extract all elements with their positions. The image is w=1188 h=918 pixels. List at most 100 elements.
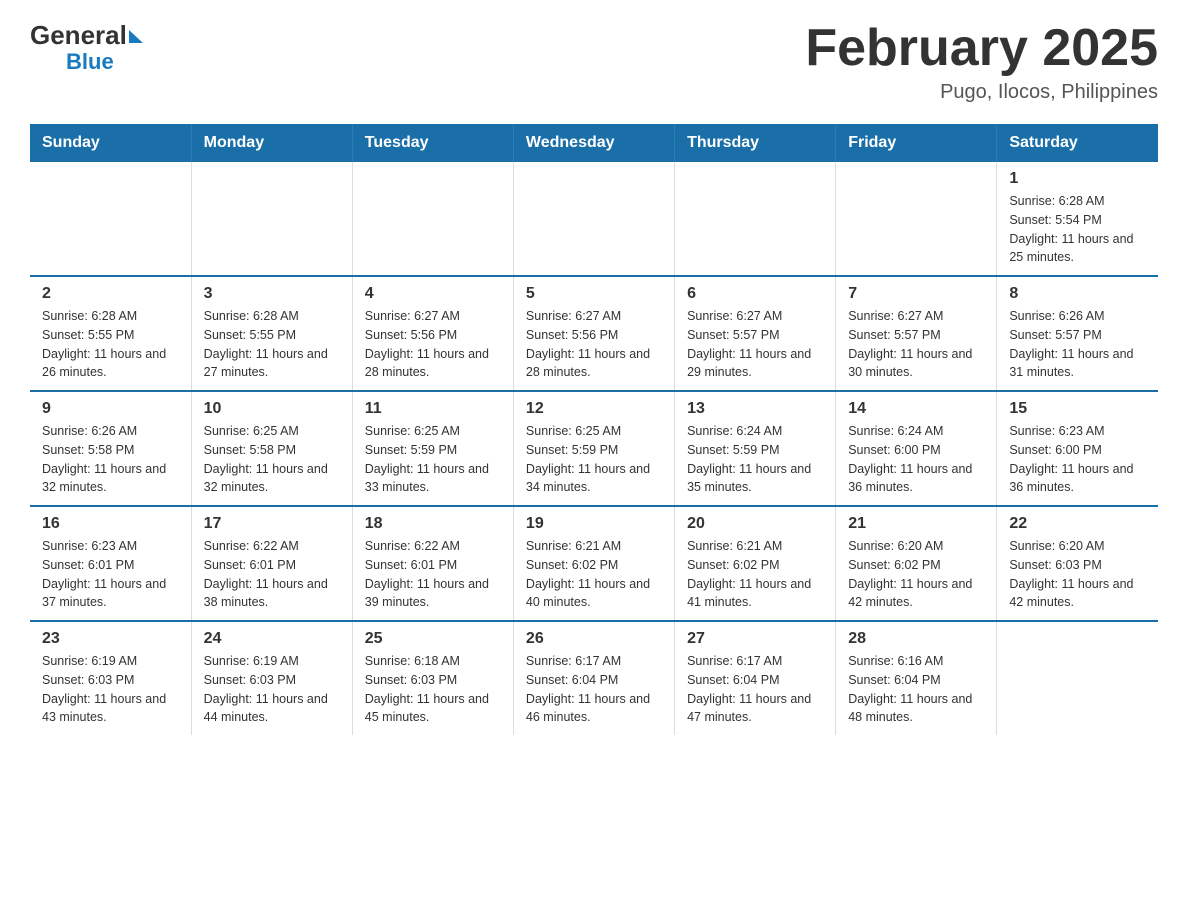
day-number: 21 xyxy=(848,515,984,533)
calendar-cell: 10 Sunrise: 6:25 AM Sunset: 5:58 PM Dayli… xyxy=(191,391,352,506)
calendar-cell: 5 Sunrise: 6:27 AM Sunset: 5:56 PM Daylig… xyxy=(513,276,674,391)
day-number: 26 xyxy=(526,630,662,648)
calendar-cell: 12 Sunrise: 6:25 AM Sunset: 5:59 PM Dayli… xyxy=(513,391,674,506)
calendar-table: Sunday Monday Tuesday Wednesday Thursday… xyxy=(30,124,1158,735)
day-info: Sunrise: 6:27 AM Sunset: 5:56 PM Dayligh… xyxy=(526,307,662,382)
day-number: 23 xyxy=(42,630,179,648)
calendar-cell xyxy=(836,162,997,276)
day-info: Sunrise: 6:21 AM Sunset: 6:02 PM Dayligh… xyxy=(687,537,823,612)
day-info: Sunrise: 6:20 AM Sunset: 6:02 PM Dayligh… xyxy=(848,537,984,612)
day-number: 20 xyxy=(687,515,823,533)
logo-general-text: General xyxy=(30,20,127,51)
day-info: Sunrise: 6:28 AM Sunset: 5:55 PM Dayligh… xyxy=(204,307,340,382)
calendar-cell: 3 Sunrise: 6:28 AM Sunset: 5:55 PM Daylig… xyxy=(191,276,352,391)
calendar-cell: 8 Sunrise: 6:26 AM Sunset: 5:57 PM Daylig… xyxy=(997,276,1158,391)
col-monday: Monday xyxy=(191,124,352,162)
calendar-cell: 28 Sunrise: 6:16 AM Sunset: 6:04 PM Dayli… xyxy=(836,621,997,735)
day-number: 13 xyxy=(687,400,823,418)
calendar-cell: 22 Sunrise: 6:20 AM Sunset: 6:03 PM Dayli… xyxy=(997,506,1158,621)
day-number: 5 xyxy=(526,285,662,303)
day-number: 6 xyxy=(687,285,823,303)
day-number: 1 xyxy=(1009,170,1146,188)
calendar-cell: 2 Sunrise: 6:28 AM Sunset: 5:55 PM Daylig… xyxy=(30,276,191,391)
calendar-cell: 13 Sunrise: 6:24 AM Sunset: 5:59 PM Dayli… xyxy=(675,391,836,506)
title-block: February 2025 Pugo, Ilocos, Philippines xyxy=(805,20,1158,104)
calendar-cell: 27 Sunrise: 6:17 AM Sunset: 6:04 PM Dayli… xyxy=(675,621,836,735)
day-number: 2 xyxy=(42,285,179,303)
calendar-week-row: 16Sunrise: 6:23 AM Sunset: 6:01 PM Dayli… xyxy=(30,506,1158,621)
day-info: Sunrise: 6:27 AM Sunset: 5:56 PM Dayligh… xyxy=(365,307,501,382)
col-sunday: Sunday xyxy=(30,124,191,162)
col-tuesday: Tuesday xyxy=(352,124,513,162)
calendar-cell: 9Sunrise: 6:26 AM Sunset: 5:58 PM Daylig… xyxy=(30,391,191,506)
calendar-cell xyxy=(675,162,836,276)
day-info: Sunrise: 6:28 AM Sunset: 5:54 PM Dayligh… xyxy=(1009,192,1146,267)
day-number: 17 xyxy=(204,515,340,533)
calendar-cell: 23 Sunrise: 6:19 AM Sunset: 6:03 PM Dayli… xyxy=(30,621,191,735)
day-info: Sunrise: 6:27 AM Sunset: 5:57 PM Dayligh… xyxy=(687,307,823,382)
day-info: Sunrise: 6:17 AM Sunset: 6:04 PM Dayligh… xyxy=(526,652,662,727)
calendar-cell: 19 Sunrise: 6:21 AM Sunset: 6:02 PM Dayli… xyxy=(513,506,674,621)
col-thursday: Thursday xyxy=(675,124,836,162)
logo-arrow-icon xyxy=(129,30,143,43)
day-info: Sunrise: 6:26 AM Sunset: 5:58 PM Dayligh… xyxy=(42,422,179,497)
col-wednesday: Wednesday xyxy=(513,124,674,162)
day-info: Sunrise: 6:18 AM Sunset: 6:03 PM Dayligh… xyxy=(365,652,501,727)
day-number: 16 xyxy=(42,515,179,533)
calendar-header-row: Sunday Monday Tuesday Wednesday Thursday… xyxy=(30,124,1158,162)
calendar-subtitle: Pugo, Ilocos, Philippines xyxy=(805,81,1158,104)
calendar-week-row: 1 Sunrise: 6:28 AM Sunset: 5:54 PM Daylig… xyxy=(30,162,1158,276)
calendar-cell: 18 Sunrise: 6:22 AM Sunset: 6:01 PM Dayli… xyxy=(352,506,513,621)
calendar-cell xyxy=(352,162,513,276)
calendar-cell: 17 Sunrise: 6:22 AM Sunset: 6:01 PM Dayli… xyxy=(191,506,352,621)
day-number: 3 xyxy=(204,285,340,303)
day-info: Sunrise: 6:16 AM Sunset: 6:04 PM Dayligh… xyxy=(848,652,984,727)
calendar-cell xyxy=(30,162,191,276)
day-info: Sunrise: 6:26 AM Sunset: 5:57 PM Dayligh… xyxy=(1009,307,1146,382)
day-number: 28 xyxy=(848,630,984,648)
day-info: Sunrise: 6:20 AM Sunset: 6:03 PM Dayligh… xyxy=(1009,537,1146,612)
day-info: Sunrise: 6:23 AM Sunset: 6:00 PM Dayligh… xyxy=(1009,422,1146,497)
day-info: Sunrise: 6:19 AM Sunset: 6:03 PM Dayligh… xyxy=(42,652,179,727)
calendar-cell: 25 Sunrise: 6:18 AM Sunset: 6:03 PM Dayli… xyxy=(352,621,513,735)
day-info: Sunrise: 6:22 AM Sunset: 6:01 PM Dayligh… xyxy=(204,537,340,612)
day-info: Sunrise: 6:27 AM Sunset: 5:57 PM Dayligh… xyxy=(848,307,984,382)
logo: General Blue xyxy=(30,20,143,75)
day-info: Sunrise: 6:25 AM Sunset: 5:59 PM Dayligh… xyxy=(526,422,662,497)
calendar-cell: 15Sunrise: 6:23 AM Sunset: 6:00 PM Dayli… xyxy=(997,391,1158,506)
calendar-cell: 20 Sunrise: 6:21 AM Sunset: 6:02 PM Dayli… xyxy=(675,506,836,621)
day-info: Sunrise: 6:28 AM Sunset: 5:55 PM Dayligh… xyxy=(42,307,179,382)
day-number: 10 xyxy=(204,400,340,418)
calendar-week-row: 2 Sunrise: 6:28 AM Sunset: 5:55 PM Daylig… xyxy=(30,276,1158,391)
day-number: 4 xyxy=(365,285,501,303)
day-number: 27 xyxy=(687,630,823,648)
day-number: 18 xyxy=(365,515,501,533)
day-info: Sunrise: 6:24 AM Sunset: 5:59 PM Dayligh… xyxy=(687,422,823,497)
day-number: 8 xyxy=(1009,285,1146,303)
day-number: 25 xyxy=(365,630,501,648)
calendar-week-row: 9Sunrise: 6:26 AM Sunset: 5:58 PM Daylig… xyxy=(30,391,1158,506)
day-number: 12 xyxy=(526,400,662,418)
calendar-cell xyxy=(513,162,674,276)
day-number: 14 xyxy=(848,400,984,418)
day-number: 19 xyxy=(526,515,662,533)
day-number: 24 xyxy=(204,630,340,648)
day-info: Sunrise: 6:21 AM Sunset: 6:02 PM Dayligh… xyxy=(526,537,662,612)
calendar-cell: 4 Sunrise: 6:27 AM Sunset: 5:56 PM Daylig… xyxy=(352,276,513,391)
calendar-cell: 7Sunrise: 6:27 AM Sunset: 5:57 PM Daylig… xyxy=(836,276,997,391)
page-header: General Blue February 2025 Pugo, Ilocos,… xyxy=(30,20,1158,104)
calendar-week-row: 23 Sunrise: 6:19 AM Sunset: 6:03 PM Dayli… xyxy=(30,621,1158,735)
day-info: Sunrise: 6:17 AM Sunset: 6:04 PM Dayligh… xyxy=(687,652,823,727)
day-number: 22 xyxy=(1009,515,1146,533)
day-info: Sunrise: 6:19 AM Sunset: 6:03 PM Dayligh… xyxy=(204,652,340,727)
col-friday: Friday xyxy=(836,124,997,162)
calendar-cell: 24 Sunrise: 6:19 AM Sunset: 6:03 PM Dayli… xyxy=(191,621,352,735)
col-saturday: Saturday xyxy=(997,124,1158,162)
day-info: Sunrise: 6:25 AM Sunset: 5:58 PM Dayligh… xyxy=(204,422,340,497)
day-info: Sunrise: 6:22 AM Sunset: 6:01 PM Dayligh… xyxy=(365,537,501,612)
calendar-cell xyxy=(997,621,1158,735)
calendar-cell: 1 Sunrise: 6:28 AM Sunset: 5:54 PM Daylig… xyxy=(997,162,1158,276)
calendar-cell: 6 Sunrise: 6:27 AM Sunset: 5:57 PM Daylig… xyxy=(675,276,836,391)
calendar-cell xyxy=(191,162,352,276)
logo-blue-text: Blue xyxy=(66,49,114,74)
